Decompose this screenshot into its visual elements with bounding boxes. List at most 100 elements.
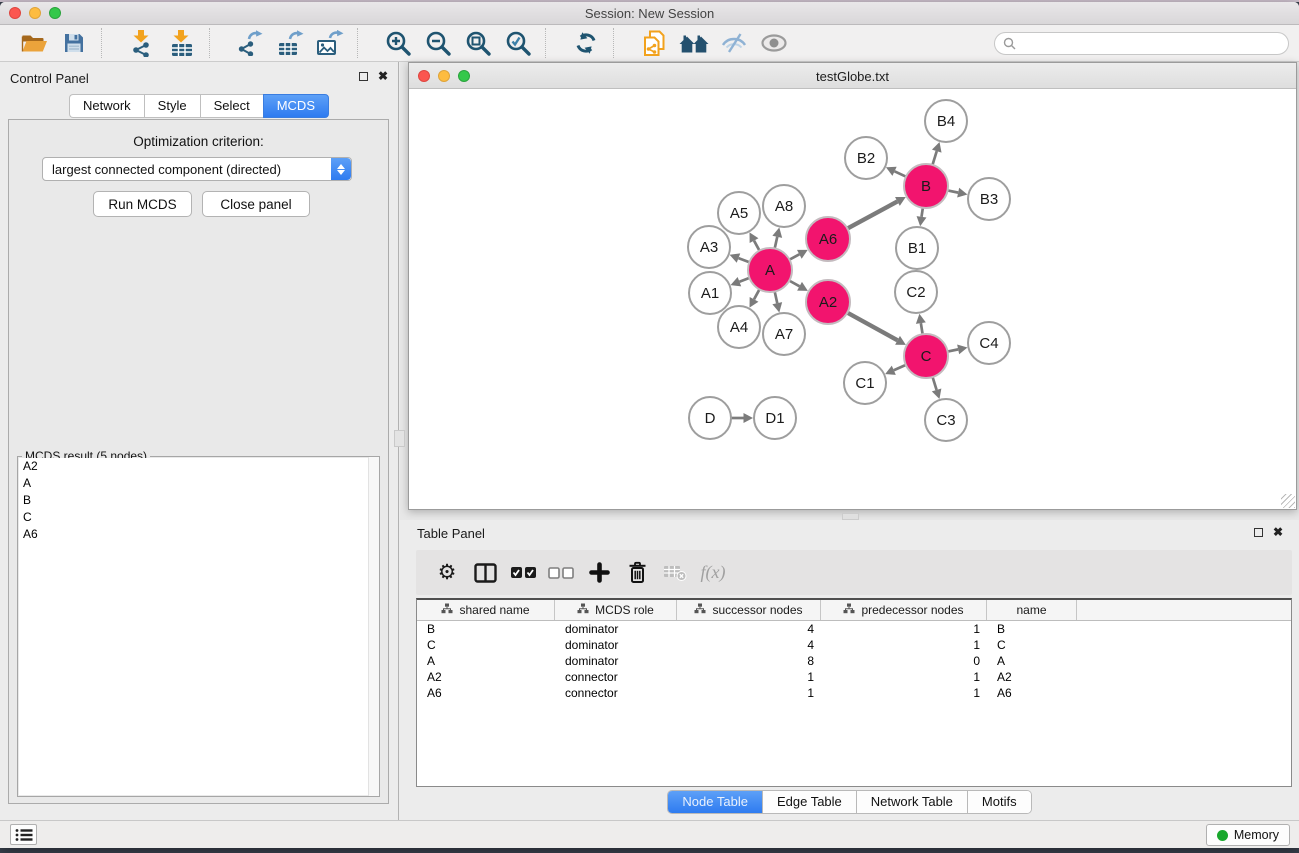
graph-edge-A-A4[interactable] bbox=[754, 289, 759, 299]
table-cell[interactable]: A2 bbox=[417, 669, 555, 685]
float-panel-icon[interactable] bbox=[1254, 528, 1263, 537]
graph-node-B3[interactable]: B3 bbox=[968, 178, 1010, 220]
graph-node-B1[interactable]: B1 bbox=[896, 227, 938, 269]
tab-motifs[interactable]: Motifs bbox=[968, 791, 1031, 813]
copy-network-icon[interactable] bbox=[634, 27, 674, 59]
zoom-selected-icon[interactable] bbox=[498, 27, 538, 59]
mcds-result-item[interactable]: A2 bbox=[19, 458, 378, 475]
graph-edge-A-A3[interactable] bbox=[738, 258, 749, 262]
table-cell[interactable]: C bbox=[987, 637, 1077, 653]
run-mcds-button[interactable]: Run MCDS bbox=[93, 191, 192, 217]
graph-node-B[interactable]: B bbox=[904, 164, 948, 208]
table-cell[interactable]: A bbox=[417, 653, 555, 669]
table-cell[interactable]: C bbox=[417, 637, 555, 653]
mcds-result-item[interactable]: A6 bbox=[19, 526, 378, 543]
import-table-icon[interactable] bbox=[162, 27, 202, 59]
tab-network-table[interactable]: Network Table bbox=[857, 791, 968, 813]
graph-edge-A2-C[interactable] bbox=[847, 313, 897, 341]
column-header-predecessor-nodes[interactable]: predecessor nodes bbox=[821, 600, 987, 620]
hide-eye-icon[interactable] bbox=[714, 27, 754, 59]
graph-node-B4[interactable]: B4 bbox=[925, 100, 967, 142]
close-panel-icon[interactable]: ✖ bbox=[1273, 527, 1283, 537]
table-cell[interactable]: B bbox=[987, 621, 1077, 637]
table-cell[interactable]: A6 bbox=[987, 685, 1077, 701]
graph-node-A4[interactable]: A4 bbox=[718, 306, 760, 348]
table-row[interactable]: A6connector11A6 bbox=[417, 685, 1291, 701]
column-header-shared-name[interactable]: shared name bbox=[417, 600, 555, 620]
graph-node-A6[interactable]: A6 bbox=[806, 217, 850, 261]
graph-node-D[interactable]: D bbox=[689, 397, 731, 439]
table-cell[interactable]: B bbox=[417, 621, 555, 637]
search-box[interactable] bbox=[994, 32, 1289, 55]
table-cell[interactable]: A bbox=[987, 653, 1077, 669]
graph-node-C4[interactable]: C4 bbox=[968, 322, 1010, 364]
result-scrollbar[interactable] bbox=[368, 457, 379, 796]
add-column-icon[interactable] bbox=[580, 562, 618, 583]
graph-node-A8[interactable]: A8 bbox=[763, 185, 805, 227]
graph-edge-B-B3[interactable] bbox=[948, 190, 959, 192]
graph-edge-A-A7[interactable] bbox=[775, 291, 778, 303]
import-network-icon[interactable] bbox=[122, 27, 162, 59]
graph-edge-A6-B[interactable] bbox=[847, 201, 897, 228]
column-header-MCDS-role[interactable]: MCDS role bbox=[555, 600, 677, 620]
export-table-icon[interactable] bbox=[270, 27, 310, 59]
column-header-successor-nodes[interactable]: successor nodes bbox=[677, 600, 821, 620]
mcds-result-list[interactable]: A2ABCA6 bbox=[19, 458, 378, 795]
table-cell[interactable]: 1 bbox=[821, 621, 987, 637]
memory-button[interactable]: Memory bbox=[1206, 824, 1290, 846]
graph-edge-B-B2[interactable] bbox=[895, 171, 907, 176]
graph-edge-C-C3[interactable] bbox=[933, 377, 937, 390]
column-header-name[interactable]: name bbox=[987, 600, 1077, 620]
close-panel-button[interactable]: Close panel bbox=[202, 191, 310, 217]
graph-edge-B-B4[interactable] bbox=[932, 151, 936, 165]
table-cell[interactable]: 1 bbox=[677, 669, 821, 685]
table-cell[interactable]: 1 bbox=[677, 685, 821, 701]
graph-edge-A-A6[interactable] bbox=[789, 254, 799, 259]
tab-style[interactable]: Style bbox=[144, 94, 200, 118]
pane-divider-grip[interactable] bbox=[842, 513, 859, 520]
graph-edge-A-A1[interactable] bbox=[739, 278, 749, 282]
table-cell[interactable]: 8 bbox=[677, 653, 821, 669]
tab-edge-table[interactable]: Edge Table bbox=[763, 791, 857, 813]
mcds-result-item[interactable]: B bbox=[19, 492, 378, 509]
pane-divider-grip[interactable] bbox=[394, 430, 405, 447]
zoom-fit-icon[interactable] bbox=[458, 27, 498, 59]
graph-edge-C-C2[interactable] bbox=[921, 323, 923, 334]
graph-node-A7[interactable]: A7 bbox=[763, 313, 805, 355]
tab-node-table[interactable]: Node Table bbox=[668, 791, 763, 813]
table-cell[interactable]: A2 bbox=[987, 669, 1077, 685]
table-cell[interactable]: 1 bbox=[821, 637, 987, 653]
table-cell[interactable]: 0 bbox=[821, 653, 987, 669]
graph-node-A2[interactable]: A2 bbox=[806, 280, 850, 324]
graph-edge-C-C1[interactable] bbox=[894, 365, 906, 370]
dropdown-stepper-icon[interactable] bbox=[331, 158, 351, 180]
search-input[interactable] bbox=[1021, 37, 1288, 51]
graph-edge-C-C4[interactable] bbox=[948, 349, 959, 351]
table-cell[interactable]: 4 bbox=[677, 621, 821, 637]
table-row[interactable]: Bdominator41B bbox=[417, 621, 1291, 637]
node-table[interactable]: shared nameMCDS rolesuccessor nodesprede… bbox=[416, 598, 1292, 787]
export-image-icon[interactable] bbox=[310, 27, 350, 59]
graph-node-C3[interactable]: C3 bbox=[925, 399, 967, 441]
graph-node-C1[interactable]: C1 bbox=[844, 362, 886, 404]
optimization-criterion-dropdown[interactable]: largest connected component (directed) bbox=[42, 157, 352, 181]
table-cell[interactable]: connector bbox=[555, 685, 677, 701]
graph-node-A[interactable]: A bbox=[748, 248, 792, 292]
table-cell[interactable]: 1 bbox=[821, 685, 987, 701]
graph-node-C2[interactable]: C2 bbox=[895, 271, 937, 313]
graph-node-A1[interactable]: A1 bbox=[689, 272, 731, 314]
delete-column-icon[interactable] bbox=[618, 561, 656, 584]
zoom-in-icon[interactable] bbox=[378, 27, 418, 59]
graph-edge-A-A8[interactable] bbox=[775, 237, 778, 249]
graph-node-A5[interactable]: A5 bbox=[718, 192, 760, 234]
graph-node-C[interactable]: C bbox=[904, 334, 948, 378]
save-session-icon[interactable] bbox=[54, 27, 94, 59]
show-eye-icon[interactable] bbox=[754, 27, 794, 59]
graph-edge-A-A2[interactable] bbox=[789, 281, 799, 287]
table-cell[interactable]: A6 bbox=[417, 685, 555, 701]
export-network-icon[interactable] bbox=[230, 27, 270, 59]
table-row[interactable]: Cdominator41C bbox=[417, 637, 1291, 653]
table-cell[interactable]: dominator bbox=[555, 637, 677, 653]
network-canvas[interactable]: AA1A2A3A4A5A6A7A8BB1B2B3B4CC1C2C3C4DD1 bbox=[409, 89, 1296, 509]
table-cell[interactable]: 1 bbox=[821, 669, 987, 685]
